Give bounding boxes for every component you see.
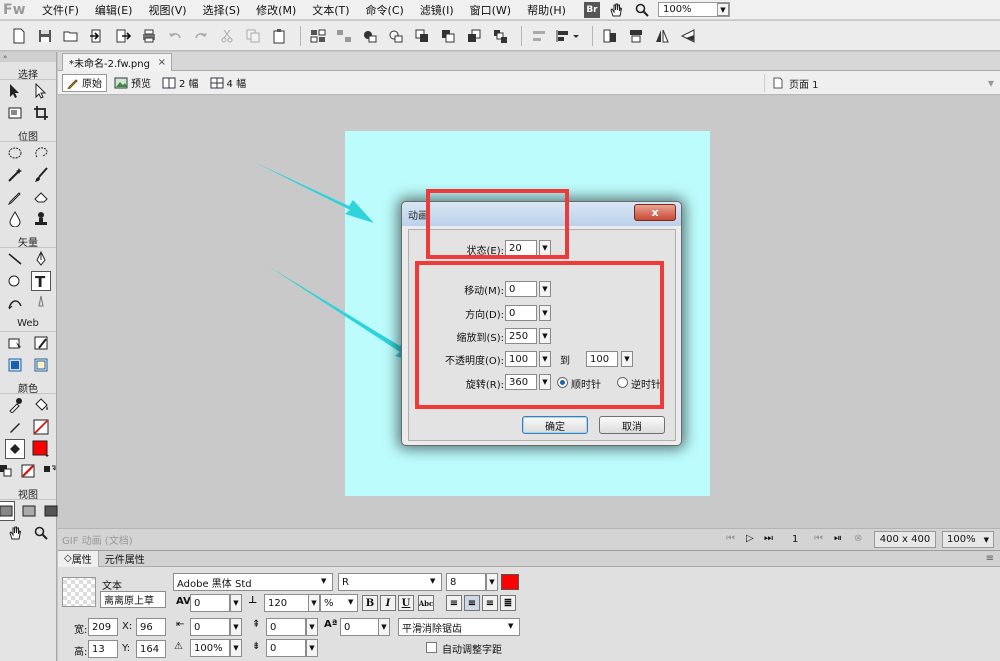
space-before-field[interactable]: 0 [266, 618, 306, 636]
kerning-field[interactable]: 0 [190, 594, 230, 612]
properties-panel: ◇ 属性 元件属性 ≡ 文本 离离原上草 Adobe 黑体 Std ▼ R ▼ … [58, 550, 1000, 661]
font-size-dropdown[interactable]: ▼ [486, 573, 498, 591]
align-justify-icon[interactable]: ≣ [500, 595, 516, 611]
object-thumbnail [62, 577, 96, 607]
chevron-down-icon: ▼ [321, 577, 327, 585]
chevron-down-icon: ▼ [430, 577, 436, 585]
status-zoom-select[interactable]: 100% ▼ [942, 531, 994, 548]
close-icon[interactable]: x [634, 204, 676, 221]
cancel-button[interactable]: 取消 [599, 416, 665, 434]
width-label: 宽: [74, 625, 88, 636]
indent-dropdown[interactable]: ▼ [230, 618, 242, 636]
bold-button[interactable]: B [362, 595, 378, 611]
last-frame-icon[interactable]: ⏭ [764, 533, 773, 544]
horizontal-scale-field[interactable]: 100% [190, 639, 230, 657]
highlight-box-state [426, 189, 569, 259]
space-after-icon: ⇟ [252, 641, 261, 652]
prev-frame-icon[interactable]: ⏮ [814, 533, 823, 544]
chevron-down-icon: ▼ [508, 622, 514, 630]
highlight-box-settings [415, 261, 664, 409]
font-size-field[interactable]: 8 [446, 573, 486, 591]
indent-icon: ⇤ [176, 619, 185, 630]
text-effect-icon[interactable]: Abc [418, 595, 434, 611]
indent-field[interactable]: 0 [190, 618, 230, 636]
space-after-dropdown[interactable]: ▼ [306, 639, 318, 657]
chevron-down-icon: ▼ [348, 598, 354, 606]
italic-button[interactable]: I [380, 595, 396, 611]
anti-alias-select[interactable]: 平滑消除锯齿 [398, 618, 520, 636]
baseline-shift-dropdown[interactable]: ▼ [378, 618, 390, 636]
height-label: 高: [74, 647, 88, 658]
underline-button[interactable]: U [398, 595, 414, 611]
first-frame-icon[interactable]: ⏮ [726, 533, 735, 544]
arrow-annotation-1 [254, 162, 374, 223]
object-type-label: 文本 [102, 581, 122, 592]
auto-kern-checkbox[interactable] [426, 642, 437, 653]
baseline-shift-field[interactable]: 0 [340, 618, 380, 636]
status-bar: GIF 动画 (文档) ⏮ ▷ ⏭ 1 ⏮ ⏯ ⊗ 400 x 400 100%… [58, 528, 1000, 550]
space-before-icon: ⇞ [252, 619, 261, 630]
text-color-swatch[interactable] [501, 574, 519, 590]
leading-field[interactable]: 120 [264, 594, 314, 612]
horizontal-scale-dropdown[interactable]: ▼ [230, 639, 242, 657]
space-after-field[interactable]: 0 [266, 639, 306, 657]
dialog-title: 动画 [408, 210, 428, 222]
height-field[interactable]: 13 [88, 640, 118, 658]
canvas-size[interactable]: 400 x 400 [874, 531, 936, 548]
baseline-shift-icon: Aª [324, 619, 338, 630]
y-label: Y: [122, 643, 131, 654]
leading-dropdown[interactable]: ▼ [308, 594, 320, 612]
font-style-select[interactable]: R [338, 573, 442, 591]
align-right-icon[interactable]: ≡ [482, 595, 498, 611]
leading-icon: ⊥ [248, 595, 258, 606]
align-center-icon[interactable]: ≡ [464, 595, 480, 611]
auto-kern-label: 自动调整字距 [442, 645, 502, 656]
ok-button[interactable]: 确定 [522, 416, 588, 434]
chevron-down-icon: ▼ [983, 535, 989, 544]
width-field[interactable]: 209 [88, 618, 118, 636]
kerning-dropdown[interactable]: ▼ [230, 594, 242, 612]
space-before-dropdown[interactable]: ▼ [306, 618, 318, 636]
kerning-icon: AV [176, 596, 191, 607]
tab-properties[interactable]: ◇ 属性 [58, 550, 99, 567]
play-icon[interactable]: ▷ [746, 533, 754, 544]
frame-number: 1 [792, 534, 799, 545]
tab-symbol-properties[interactable]: 元件属性 [99, 551, 151, 567]
loop-icon[interactable]: ⊗ [854, 533, 862, 544]
align-left-icon[interactable]: ≡ [446, 595, 462, 611]
next-frame-icon[interactable]: ⏯ [834, 533, 842, 544]
horizontal-scale-icon: ⚠ [174, 641, 183, 652]
object-name-field[interactable]: 离离原上草 [100, 591, 166, 608]
properties-tabs: ◇ 属性 元件属性 ≡ [58, 550, 1000, 567]
x-label: X: [122, 621, 133, 632]
x-field[interactable]: 96 [136, 618, 166, 636]
gif-status-label: GIF 动画 (文档) [62, 536, 133, 547]
y-field[interactable]: 164 [136, 640, 166, 658]
font-family-select[interactable]: Adobe 黑体 Std [173, 573, 333, 591]
panel-menu-icon[interactable]: ≡ [986, 553, 994, 564]
